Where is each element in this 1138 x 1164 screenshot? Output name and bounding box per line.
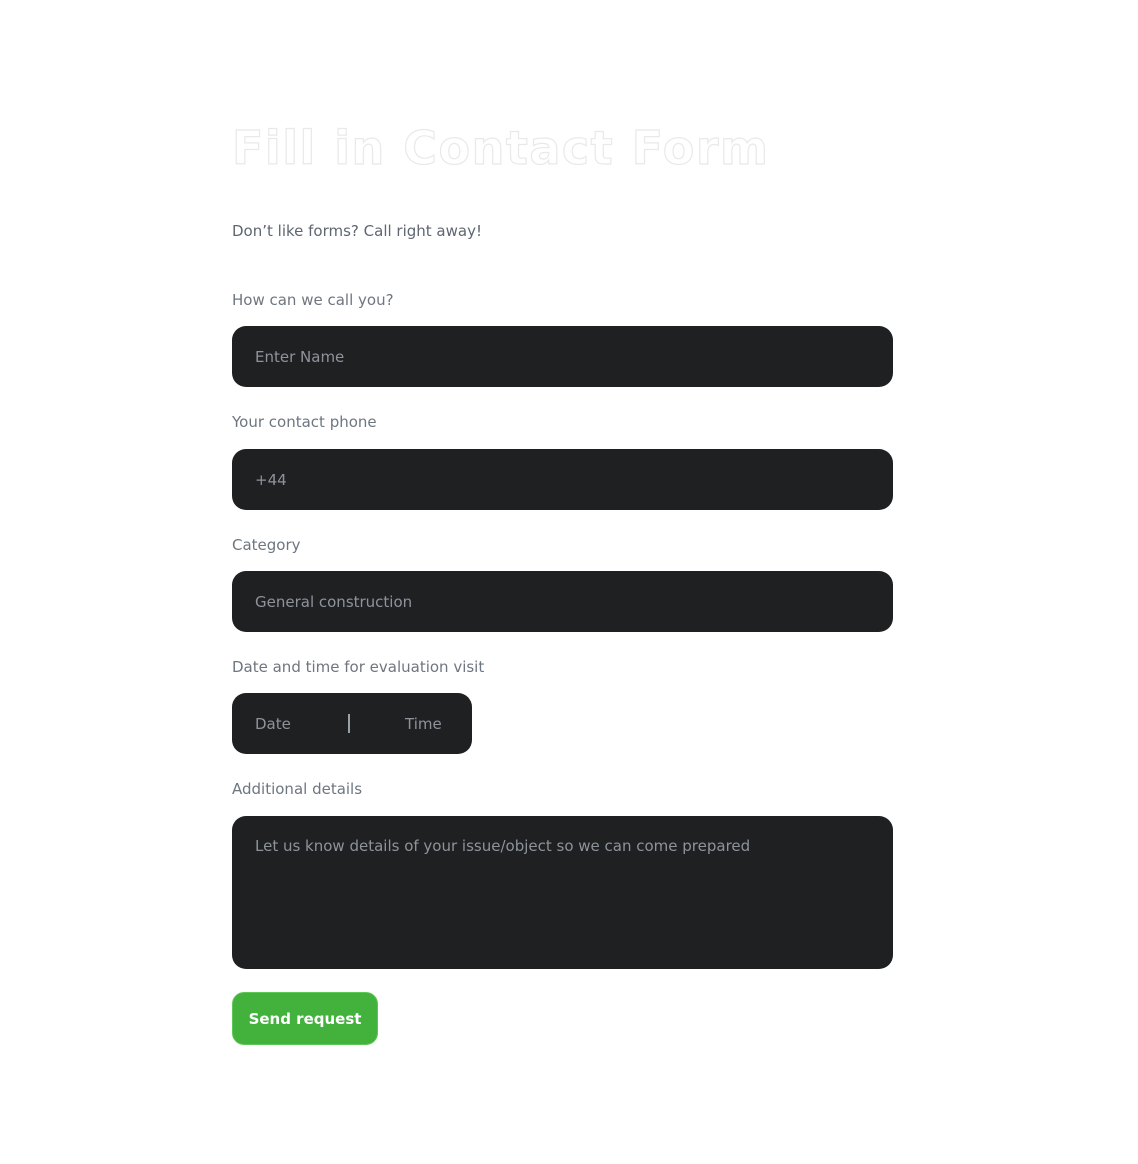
name-input[interactable]: Enter Name xyxy=(232,326,893,387)
datetime-divider xyxy=(348,714,350,733)
date-placeholder: Date xyxy=(255,714,291,733)
visit-datetime-picker: Date Time xyxy=(232,693,472,754)
visit-label: Date and time for evaluation visit xyxy=(232,658,485,676)
details-label: Additional details xyxy=(232,780,363,798)
form-subtitle: Don’t like forms? Call right away! xyxy=(232,222,482,240)
category-select[interactable]: General construction xyxy=(232,571,893,632)
category-value: General construction xyxy=(255,592,413,611)
category-label: Category xyxy=(232,536,301,554)
phone-placeholder: +44 xyxy=(255,470,287,489)
time-placeholder: Time xyxy=(405,714,442,733)
details-placeholder: Let us know details of your issue/object… xyxy=(255,837,751,855)
name-placeholder: Enter Name xyxy=(255,347,345,366)
phone-label: Your contact phone xyxy=(232,413,377,431)
form-title: Fill in Contact Form xyxy=(231,120,770,175)
send-request-button[interactable]: Send request xyxy=(232,992,378,1045)
details-textarea[interactable]: Let us know details of your issue/object… xyxy=(232,816,893,969)
name-label: How can we call you? xyxy=(232,291,394,309)
date-input[interactable]: Date xyxy=(255,693,291,754)
phone-input[interactable]: +44 xyxy=(232,449,893,510)
time-input[interactable]: Time xyxy=(405,693,442,754)
